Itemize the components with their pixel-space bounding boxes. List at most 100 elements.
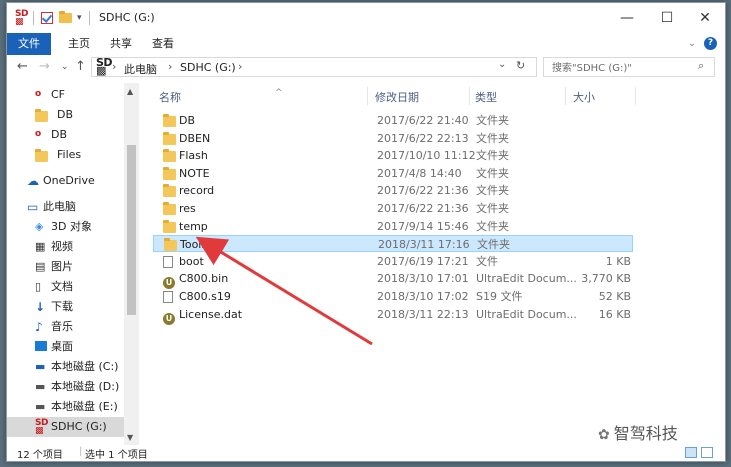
table-row[interactable]: U C800.bin 2018/3/10 17:01 UltraEdit Docum.… xyxy=(153,270,633,290)
table-row[interactable]: NOTE 2017/4/8 14:40 文件夹 xyxy=(153,165,633,182)
help-icon[interactable]: ? xyxy=(704,37,717,50)
address-history-icon[interactable]: ⌄ xyxy=(498,59,506,70)
new-folder-icon[interactable] xyxy=(59,10,72,26)
scroll-up-icon[interactable]: ▲ xyxy=(127,87,133,96)
nav-item-db[interactable]: DB xyxy=(7,105,125,125)
tab-view[interactable]: 查看 xyxy=(143,33,183,55)
table-row[interactable]: boot 2017/6/19 17:21 文件 1 KB xyxy=(153,253,633,270)
close-button[interactable]: ✕ xyxy=(685,3,725,33)
column-separator[interactable] xyxy=(367,87,368,105)
folder-icon xyxy=(164,238,177,252)
file-date: 2017/6/22 21:36 xyxy=(377,184,469,198)
nav-item-files[interactable]: Files xyxy=(7,145,125,165)
file-name: temp xyxy=(179,219,208,233)
nav-item-pictures[interactable]: ▤ 图片 xyxy=(7,257,125,277)
table-row[interactable]: Tools 2018/3/11 17:16 文件夹 xyxy=(153,235,633,253)
column-header-name[interactable]: 名称 ^ xyxy=(159,88,283,105)
sd-drive-icon: o xyxy=(35,129,41,139)
scroll-thumb[interactable] xyxy=(127,145,136,315)
large-icons-view-icon[interactable] xyxy=(701,447,713,458)
nav-item-downloads[interactable]: ↓ 下载 xyxy=(7,297,125,317)
windows-drive-icon: ▬ xyxy=(35,360,46,373)
music-icon: ♪ xyxy=(35,320,43,334)
column-separator[interactable] xyxy=(635,87,636,105)
nav-item-desktop[interactable]: 桌面 xyxy=(7,337,125,357)
file-date: 2017/6/22 21:40 xyxy=(377,114,469,127)
search-box[interactable]: ⌕ xyxy=(543,57,715,77)
nav-item-3d-objects[interactable]: ◈ 3D 对象 xyxy=(7,217,125,237)
search-input[interactable] xyxy=(550,59,694,77)
sd-drive-icon: SD ▩ xyxy=(15,9,28,27)
file-date: 2018/3/10 17:02 xyxy=(377,290,469,303)
column-separator[interactable] xyxy=(469,87,470,105)
file-date: 2017/6/19 17:21 xyxy=(377,254,469,268)
nav-item-videos[interactable]: ▦ 视频 xyxy=(7,237,125,257)
video-icon: ▦ xyxy=(35,240,46,253)
tab-file[interactable]: 文件 xyxy=(7,33,51,55)
customize-toolbar-icon[interactable]: ▾ xyxy=(77,10,82,26)
table-row[interactable]: record 2017/6/22 21:36 文件夹 xyxy=(153,182,633,199)
address-row: ← → ⌄ ↑ SD▩ › 此电脑 › SDHC (G:) › ⌄ ↻ ⌕ xyxy=(7,55,725,81)
minimize-button[interactable]: — xyxy=(607,3,647,33)
chevron-right-icon[interactable]: › xyxy=(112,60,116,73)
column-header-size[interactable]: 大小 xyxy=(573,89,595,105)
status-bar: 12 个项目 | 选中 1 个项目 xyxy=(7,445,725,461)
folder-icon xyxy=(163,131,176,145)
maximize-button[interactable]: ☐ xyxy=(647,3,687,33)
table-row[interactable]: DBEN 2017/6/22 22:13 文件夹 xyxy=(153,130,633,147)
breadcrumb-sdhc[interactable]: SDHC (G:) xyxy=(180,61,236,74)
ultraedit-icon: U xyxy=(163,312,175,325)
table-row[interactable]: DB 2017/6/22 21:40 文件夹 xyxy=(153,112,633,129)
address-bar[interactable]: SD ▩ › 此电脑 › SDHC (G:) › ⌄ ↻ xyxy=(91,57,537,77)
recent-locations-icon[interactable]: ⌄ xyxy=(61,62,69,72)
file-size: 16 KB xyxy=(598,307,631,321)
details-view-icon[interactable] xyxy=(685,447,697,458)
nav-scrollbar[interactable]: ▲ ▼ xyxy=(124,83,139,445)
nav-item-drive-d[interactable]: ▬ 本地磁盘 (D:) xyxy=(7,377,125,397)
nav-item-music[interactable]: ♪ 音乐 xyxy=(7,317,125,337)
nav-item-db-drive[interactable]: o DB xyxy=(7,125,125,145)
tab-home[interactable]: 主页 xyxy=(59,33,99,55)
up-arrow-icon[interactable]: ↑ xyxy=(75,59,86,74)
file-date: 2017/10/10 11:12 xyxy=(377,149,476,163)
file-name: record xyxy=(179,184,215,198)
watermark: ✿ 智驾科技 xyxy=(598,424,678,443)
search-icon[interactable]: ⌕ xyxy=(698,59,704,73)
column-header-type[interactable]: 类型 xyxy=(475,89,497,105)
file-date: 2017/6/22 22:13 xyxy=(377,131,469,145)
drive-icon: ▬ xyxy=(35,380,46,393)
nav-item-onedrive[interactable]: ☁ OneDrive xyxy=(7,171,125,191)
properties-icon[interactable] xyxy=(41,10,53,26)
table-row[interactable]: temp 2017/9/14 15:46 文件夹 xyxy=(153,218,633,235)
nav-item-documents[interactable]: ▯ 文档 xyxy=(7,277,125,297)
file-name: License.dat xyxy=(179,307,243,321)
nav-item-drive-e[interactable]: ▬ 本地磁盘 (E:) xyxy=(7,397,125,417)
table-row[interactable]: U License.dat 2018/3/11 22:13 UltraEdit Doc… xyxy=(153,306,633,325)
file-size: 3,770 KB xyxy=(581,272,631,286)
file-type: 文件夹 xyxy=(476,131,509,145)
column-separator[interactable] xyxy=(565,87,566,105)
file-icon xyxy=(163,255,173,268)
nav-item-drive-c[interactable]: ▬ 本地磁盘 (C:) xyxy=(7,357,125,377)
table-row[interactable]: Flash 2017/10/10 11:12 文件夹 xyxy=(153,147,633,164)
chevron-right-icon[interactable]: › xyxy=(168,60,172,73)
quick-access-separator xyxy=(33,10,34,26)
chevron-right-icon[interactable]: › xyxy=(238,60,242,73)
nav-item-cf[interactable]: o CF xyxy=(7,85,125,105)
file-type: 文件夹 xyxy=(476,114,509,127)
table-row[interactable]: res 2017/6/22 21:36 文件夹 xyxy=(153,200,633,217)
tab-share[interactable]: 共享 xyxy=(101,33,141,55)
column-header-date[interactable]: 修改日期 xyxy=(375,89,419,105)
table-row[interactable]: C800.s19 2018/3/10 17:02 S19 文件 52 KB xyxy=(153,288,633,305)
forward-arrow-icon[interactable]: → xyxy=(39,59,50,74)
expand-ribbon-icon[interactable]: ⌄ xyxy=(685,33,699,55)
nav-item-this-pc[interactable]: ▭ 此电脑 xyxy=(7,197,125,217)
refresh-icon[interactable]: ↻ xyxy=(516,59,525,72)
nav-item-sdhc[interactable]: SD ▩ SDHC (G:) xyxy=(7,417,125,437)
back-arrow-icon[interactable]: ← xyxy=(17,59,28,74)
file-type: 文件 xyxy=(476,254,498,268)
breadcrumb-this-pc[interactable]: 此电脑 xyxy=(124,61,157,77)
file-date: 2018/3/10 17:01 xyxy=(377,272,469,286)
wechat-icon: ✿ xyxy=(598,427,610,443)
scroll-down-icon[interactable]: ▼ xyxy=(127,433,133,442)
